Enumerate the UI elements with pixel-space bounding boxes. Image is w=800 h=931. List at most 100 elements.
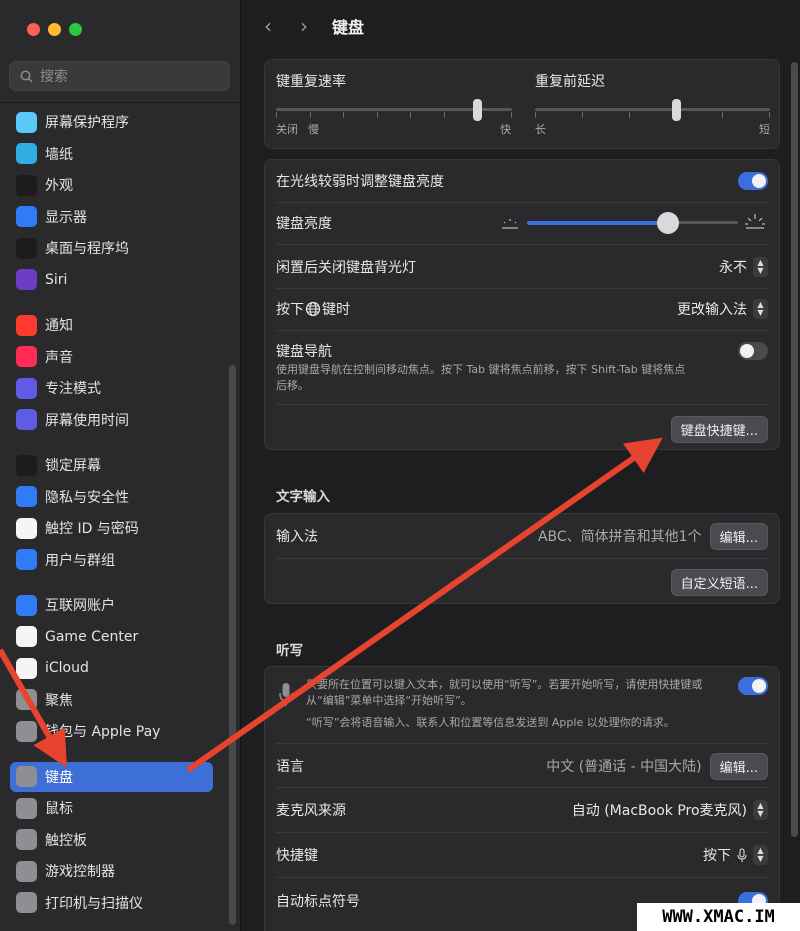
sidebar-item[interactable]: 游戏控制器 [10, 856, 213, 886]
sidebar-item[interactable]: 隐私与安全性 [10, 482, 213, 512]
mic-source-value: 自动 (MacBook Pro麦克风) [571, 803, 747, 819]
mic-source-popup[interactable]: 自动 (MacBook Pro麦克风) ▲ ▼ [572, 800, 768, 820]
watermark: WWW.XMAC.IM [637, 903, 800, 931]
idle-off-row: 闲置后关闭键盘背光灯 永不 ▲ ▼ [276, 256, 768, 278]
sidebar-item-label: 互联网账户 [45, 598, 115, 614]
key-repeat-card: 键重复速率 重复前延迟 关闭 慢 快 长 短 [264, 59, 780, 149]
sidebar-item-label: 屏幕使用时间 [45, 412, 129, 429]
dictation-shortcut-popup[interactable]: 按下 ▲ ▼ [703, 845, 768, 865]
sidebar-item-label: 锁定屏幕 [45, 458, 101, 474]
zoom-window-button[interactable] [69, 23, 82, 36]
forward-button[interactable]: › [300, 14, 308, 38]
sidebar-item[interactable]: 墙纸 [10, 139, 213, 169]
sidebar-scrollbar[interactable] [229, 365, 236, 925]
sidebar-item[interactable]: 桌面与程序坞 [10, 233, 213, 263]
language-value: 中文 (普通话 - 中国大陆) [546, 759, 702, 775]
sidebar-item[interactable]: 声音 [10, 342, 213, 372]
delay-short-label: 短 [759, 123, 770, 136]
delay-slider-knob[interactable] [672, 99, 681, 121]
input-sources-edit-button[interactable]: 编辑... [709, 522, 768, 550]
dictation-card: 只要所在位置可以键入文本，就可以使用“听写”。若要开始听写，请使用快捷键或从“编… [264, 666, 780, 931]
sidebar-item-label: iCloud [45, 660, 89, 676]
sidebar-item[interactable]: 触控 ID 与密码 [10, 513, 213, 543]
globe-key-label-prefix: 按下 [276, 302, 304, 318]
brightness-slider-knob[interactable] [657, 212, 680, 234]
sidebar-item[interactable]: 用户与群组 [10, 545, 213, 575]
idle-off-value: 永不 [719, 260, 747, 276]
delay-long-label: 长 [535, 123, 546, 136]
internet-accounts-icon [16, 594, 37, 616]
delay-slider[interactable] [535, 98, 770, 122]
back-button[interactable]: ‹ [264, 14, 272, 38]
appearance-icon [16, 174, 37, 196]
sidebar-item[interactable]: 鼠标 [10, 793, 213, 823]
auto-brightness-label: 在光线较弱时调整键盘亮度 [276, 174, 444, 190]
sidebar-item[interactable]: 聚焦 [10, 685, 213, 715]
keyboard-nav-toggle[interactable] [738, 342, 768, 360]
brightness-label: 键盘亮度 [276, 216, 332, 232]
sidebar-item-label: 触控 ID 与密码 [45, 521, 139, 537]
sidebar-item[interactable]: 屏幕使用时间 [10, 405, 213, 435]
search-input[interactable]: 搜索 [9, 61, 230, 91]
sidebar-item[interactable]: 专注模式 [10, 373, 213, 403]
mic-source-label: 麦克风来源 [276, 803, 346, 819]
screensaver-icon [16, 111, 37, 133]
sidebar-item[interactable]: iCloud [10, 653, 213, 683]
text-input-section-title: 文字输入 [276, 489, 330, 505]
sidebar-item-label: 墙纸 [45, 146, 73, 163]
key-repeat-slider[interactable] [276, 98, 512, 122]
sidebar-item[interactable]: 触控板 [10, 825, 213, 855]
idle-off-label: 闲置后关闭键盘背光灯 [276, 260, 416, 276]
language-edit-button[interactable]: 编辑... [709, 752, 768, 780]
sidebar-item[interactable]: 键盘 [10, 761, 213, 792]
globe-key-popup[interactable]: 更改输入法 ▲ ▼ [677, 299, 768, 319]
sidebar-item[interactable]: 互联网账户 [10, 590, 213, 620]
sidebar-item-label: 打印机与扫描仪 [45, 895, 143, 912]
siri-icon [16, 269, 37, 290]
sidebar-item-label: 用户与群组 [45, 552, 115, 569]
brightness-low-icon [502, 219, 518, 229]
sidebar-item[interactable]: 外观 [10, 170, 213, 200]
backlight-card: 在光线较弱时调整键盘亮度 键盘亮度 闲置后关闭键盘背光灯 永不 ▲ ▼ 按下 键… [264, 159, 780, 450]
mouse-icon [16, 797, 37, 819]
text-replacements-button[interactable]: 自定义短语... [670, 569, 768, 596]
keyboard-shortcuts-button[interactable]: 键盘快捷键... [670, 416, 768, 443]
text-input-card: 输入法 ABC、简体拼音和其他1个 编辑... 自定义短语... [264, 513, 780, 604]
sidebar-item[interactable]: 通知 [10, 310, 213, 340]
sidebar-item[interactable]: 锁定屏幕 [10, 450, 213, 480]
key-repeat-min-label: 关闭 [276, 123, 298, 136]
close-window-button[interactable] [27, 23, 40, 36]
main-content: ‹ › 键盘 键重复速率 重复前延迟 关闭 慢 快 长 短 在光线较弱时调整键盘… [242, 0, 800, 931]
dictation-toggle[interactable] [738, 677, 768, 695]
dictation-section-title: 听写 [276, 643, 303, 659]
sidebar-item[interactable]: Game Center [10, 622, 213, 652]
sidebar-item-label: 声音 [45, 349, 73, 366]
minimize-window-button[interactable] [48, 23, 61, 36]
sidebar-item-label: 鼠标 [45, 801, 73, 817]
mic-source-row: 麦克风来源 自动 (MacBook Pro麦克风) ▲ ▼ [276, 798, 768, 822]
sidebar: 搜索 屏幕保护程序墙纸外观 显示器 桌面与程序坞 Siri 通知声音专注模式屏幕使用时间… [0, 0, 241, 931]
main-scrollbar[interactable] [791, 62, 798, 837]
delay-label: 重复前延迟 [535, 74, 605, 90]
auto-brightness-toggle[interactable] [738, 172, 768, 190]
sidebar-divider [0, 102, 240, 103]
sidebar-item[interactable]: 屏幕保护程序 [10, 107, 213, 137]
popup-chevrons-icon: ▲ ▼ [753, 845, 768, 865]
key-repeat-slider-knob[interactable] [472, 99, 482, 121]
sidebar-item[interactable]: Siri [10, 265, 213, 295]
sidebar-item[interactable]: 钱包与 Apple Pay [10, 716, 213, 746]
dictation-shortcut-value: 按下 [703, 848, 731, 864]
users-icon [16, 549, 37, 570]
sidebar-item-label: 通知 [45, 318, 73, 334]
sidebar-item[interactable]: 显示器 [10, 202, 213, 232]
auto-brightness-row: 在光线较弱时调整键盘亮度 [276, 170, 768, 192]
wallet-icon [16, 720, 37, 742]
input-sources-label: 输入法 [276, 529, 318, 545]
sidebar-item[interactable]: 打印机与扫描仪 [10, 888, 213, 918]
brightness-high-icon [745, 214, 765, 229]
sound-icon [16, 346, 37, 367]
brightness-slider[interactable] [527, 211, 738, 235]
sidebar-item-label: Game Center [45, 628, 139, 645]
search-icon [20, 70, 33, 83]
idle-off-popup[interactable]: 永不 ▲ ▼ [719, 257, 768, 277]
